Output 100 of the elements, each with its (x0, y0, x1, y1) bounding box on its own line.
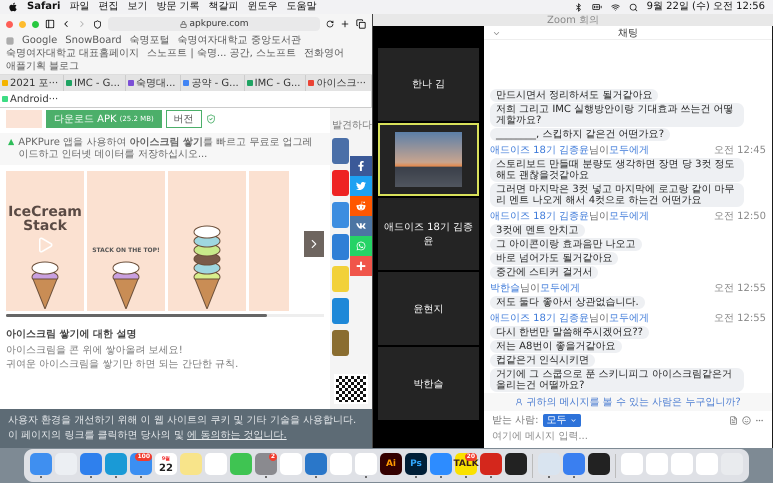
description-text: 아이스크림을 콘 위에 쌓아올려 보세요! (6, 344, 184, 358)
recipient-name: 모두에게 (609, 144, 650, 157)
reload-icon[interactable] (326, 20, 334, 28)
message-time: 오전 12:50 (714, 210, 766, 223)
emoji-icon[interactable] (742, 416, 751, 424)
apple-icon[interactable] (8, 2, 18, 12)
app-screenshot[interactable]: IceCream Stack (6, 171, 84, 311)
bookmark-link[interactable]: 전화영어 (304, 48, 344, 60)
participant-tile[interactable] (378, 122, 479, 196)
tabs-overview-icon[interactable] (356, 19, 366, 29)
logo-icon (356, 161, 366, 171)
clock: 9월 22일 (수) 오전 12:56 (646, 1, 765, 13)
logo-icon (8, 137, 14, 147)
share-button[interactable] (350, 196, 372, 216)
menu-item[interactable]: 방문 기록 (156, 1, 200, 13)
browser-tab[interactable]: IMC - G... (244, 75, 306, 91)
person-icon (515, 398, 524, 406)
app-thumbnail[interactable] (332, 234, 349, 260)
menu-item[interactable]: 파일 (69, 1, 90, 13)
wifi-icon[interactable] (610, 2, 620, 12)
bookmark-link[interactable]: 숙명여자대학교 대표홈페이지 (6, 48, 140, 60)
collapse-icon[interactable] (492, 29, 501, 38)
close-button[interactable] (6, 20, 13, 28)
section-heading: 아이스크림 쌓기에 대한 설명 (6, 328, 138, 341)
app-thumbnail[interactable] (332, 202, 349, 228)
bookmark-link[interactable]: 숙명포털 (130, 35, 170, 47)
menu-item[interactable]: 편집 (98, 1, 118, 13)
cookie-notice: 이 페이지의 링크를 클릭하면 당사의 및 에 동의하는 것입니다. (8, 430, 288, 442)
participant-tile[interactable]: 윤현지 (378, 272, 479, 346)
sender-name: 애드이즈 18기 김종윤 (490, 144, 590, 157)
app-thumbnail[interactable] (332, 298, 349, 324)
sender-label: 님이 (589, 312, 610, 325)
participant-tile[interactable]: 한나 김 (378, 48, 479, 121)
app-thumbnail[interactable] (332, 330, 349, 356)
sidebar-icon[interactable] (45, 19, 55, 29)
play-icon (36, 236, 54, 254)
app-icon[interactable] (505, 453, 527, 475)
sender-label: 님이 (589, 144, 610, 157)
scrollbar-thumb[interactable] (6, 314, 267, 317)
share-button[interactable] (350, 256, 372, 276)
browser-tab[interactable]: 공약 - G... (181, 75, 245, 91)
plus-icon (356, 261, 366, 271)
bookmark-link[interactable]: 숙명여자대학교 중앙도서관 (178, 35, 301, 47)
file-icon[interactable] (729, 416, 738, 424)
recipient-name: 모두에게 (540, 282, 580, 295)
share-button[interactable] (350, 156, 372, 176)
app-thumbnail (6, 110, 42, 128)
app-icon[interactable] (588, 453, 610, 475)
policy-link[interactable]: 에 동의하는 것입니다. (187, 430, 287, 441)
browser-tab[interactable]: IMC - G... (64, 75, 126, 91)
app-icon[interactable]: Ai (380, 453, 402, 475)
participant-tile[interactable]: 애드이즈 18기 김종윤 (378, 198, 479, 270)
bookmark-link[interactable]: 스노프트 | 숙명... 공간, 스노프트 (147, 48, 296, 60)
bookmark-link[interactable]: Google (22, 35, 58, 47)
version-button[interactable]: 버전 (166, 110, 202, 128)
share-button[interactable] (350, 216, 372, 236)
participant-tile[interactable]: 박한슬 (378, 347, 479, 420)
search-icon[interactable] (628, 2, 638, 12)
game-title: IceCream Stack (7, 205, 83, 233)
bookmark-link[interactable]: 애플기획 블로그 (6, 61, 80, 73)
message-time: 오전 12:55 (714, 282, 766, 295)
menu-item[interactable]: 보기 (127, 1, 148, 13)
recipient-label: 받는 사람: (492, 414, 539, 427)
browser-tab[interactable]: 2021 포··· (0, 75, 64, 91)
recipient-name: 모두에게 (609, 210, 650, 223)
share-button[interactable] (350, 176, 372, 196)
app-icon[interactable]: Ps (405, 453, 427, 475)
grid-icon[interactable] (6, 37, 14, 45)
menu-item[interactable]: 책갈피 (208, 1, 239, 13)
promo-text: APKPure 앱을 사용하여 아이스크림 쌓기를 빠르고 무료로 업그레이드하고 인터넷 데이터를 저장하십시오... (18, 137, 314, 161)
menu-item[interactable]: Safari (27, 1, 60, 13)
chat-message: 저는 A8번이 좋을거같아요 (490, 340, 622, 353)
photo-placeholder (394, 132, 462, 187)
next-button[interactable] (304, 231, 324, 257)
window-title: Zoom 회의 (546, 14, 599, 27)
browser-tab[interactable]: Android··· (0, 91, 372, 107)
panel-title: 채팅 (618, 26, 638, 40)
minimize-button[interactable] (19, 20, 26, 28)
menu-item[interactable]: 윈도우 (248, 1, 278, 13)
new-tab-icon[interactable] (340, 19, 350, 29)
chat-message: 컵같은거 인식시키면 (490, 354, 596, 367)
app-thumbnail[interactable] (332, 138, 349, 164)
address-bar[interactable]: apkpure.com (108, 17, 320, 31)
app-thumbnail[interactable] (332, 266, 349, 292)
browser-tab[interactable]: 숙명대... (126, 75, 182, 91)
description-text: 귀여운 아이스크림을 쌓기만 하면 되는 간단한 규칙. (6, 358, 240, 372)
recipient-dropdown[interactable]: 모두 (542, 414, 581, 426)
app-screenshot[interactable] (168, 171, 246, 311)
chat-message: 3컷에 멘트 안치고 (490, 224, 585, 237)
app-thumbnail[interactable] (332, 170, 349, 196)
bookmark-link[interactable]: SnowBoard (65, 35, 122, 47)
bluetooth-icon[interactable] (574, 2, 583, 12)
sender-name: 애드이즈 18기 김종윤 (490, 312, 590, 325)
zoom-button[interactable] (32, 20, 39, 28)
browser-tab[interactable]: 아이스크··· (306, 75, 372, 91)
battery-icon[interactable] (592, 2, 602, 12)
shield-icon[interactable] (93, 20, 102, 28)
message-time: 오전 12:45 (714, 144, 766, 157)
caret-icon (570, 416, 577, 424)
menu-item[interactable]: 도움말 (286, 1, 317, 13)
